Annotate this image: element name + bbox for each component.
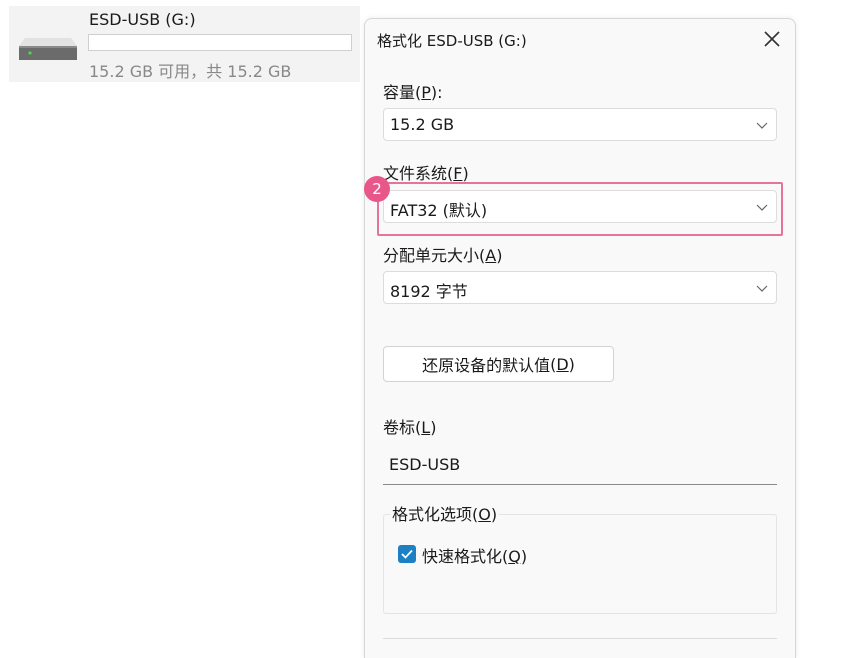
close-icon bbox=[764, 31, 780, 47]
format-dialog: 格式化 ESD-USB (G:) 容量(P): 15.2 GB 文件系统(F) … bbox=[364, 18, 796, 658]
filesystem-label: 文件系统(F) bbox=[383, 164, 469, 183]
capacity-value: 15.2 GB bbox=[390, 115, 455, 134]
filesystem-value: FAT32 (默认) bbox=[390, 201, 488, 220]
chevron-down-icon bbox=[756, 204, 768, 211]
volume-value: ESD-USB bbox=[389, 455, 461, 474]
volume-label-input[interactable]: ESD-USB bbox=[383, 447, 777, 485]
dialog-title: 格式化 ESD-USB (G:) bbox=[377, 32, 527, 50]
quick-format-checkbox[interactable] bbox=[398, 545, 416, 563]
allocation-label: 分配单元大小(A) bbox=[383, 246, 503, 265]
drive-tile-g[interactable]: ESD-USB (G:) 15.2 GB 可用，共 15.2 GB bbox=[9, 6, 360, 82]
drive-usage-bar bbox=[88, 34, 352, 51]
volume-label: 卷标(L) bbox=[383, 418, 437, 437]
drive-name: ESD-USB (G:) bbox=[89, 10, 196, 29]
capacity-dropdown[interactable]: 15.2 GB bbox=[383, 108, 777, 141]
next-control-edge bbox=[383, 638, 777, 645]
capacity-label: 容量(P): bbox=[383, 83, 443, 102]
drive-free-space: 15.2 GB 可用，共 15.2 GB bbox=[89, 62, 292, 81]
allocation-dropdown[interactable]: 8192 字节 bbox=[383, 271, 777, 304]
chevron-down-icon bbox=[756, 285, 768, 292]
chevron-down-icon bbox=[756, 122, 768, 129]
close-button[interactable] bbox=[761, 28, 783, 50]
quick-format-label[interactable]: 快速格式化(Q) bbox=[422, 543, 527, 567]
format-options-group: 格式化选项(O) 快速格式化(Q) bbox=[383, 501, 777, 614]
checkmark-icon bbox=[401, 549, 413, 559]
filesystem-dropdown[interactable]: FAT32 (默认) 2 bbox=[364, 176, 783, 236]
restore-defaults-button[interactable]: 还原设备的默认值(D) bbox=[383, 346, 614, 382]
allocation-value: 8192 字节 bbox=[390, 282, 468, 301]
step-badge: 2 bbox=[364, 176, 390, 202]
format-options-label: 格式化选项(O) bbox=[390, 501, 500, 525]
usb-drive-icon bbox=[19, 38, 77, 60]
